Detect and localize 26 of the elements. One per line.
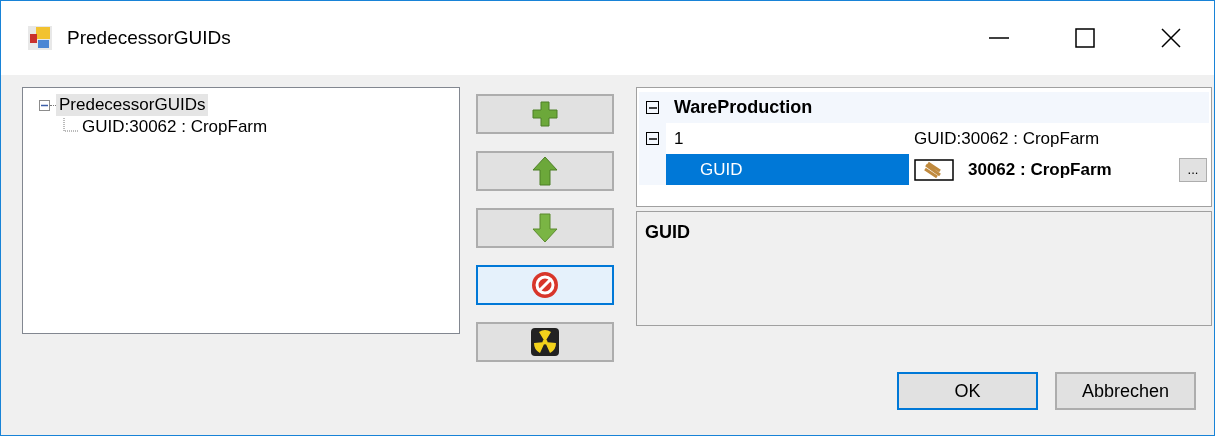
tree-node[interactable]: PredecessorGUIDs xyxy=(56,94,209,116)
property-name[interactable]: GUID xyxy=(666,154,909,185)
tool-button[interactable] xyxy=(476,322,614,362)
maximize-icon xyxy=(1075,28,1095,48)
collapse-icon[interactable] xyxy=(646,132,659,145)
description-title: GUID xyxy=(645,222,690,242)
property-value: 30062 : CropFarm xyxy=(968,159,1113,180)
cancel-button[interactable]: Abbrechen xyxy=(1055,372,1196,410)
tree-node[interactable]: GUID:30062 : CropFarm xyxy=(79,116,271,138)
arrow-up-icon xyxy=(532,156,558,186)
property-value: GUID:30062 : CropFarm xyxy=(914,128,1101,149)
close-icon xyxy=(1161,28,1181,48)
window-title: PredecessorGUIDs xyxy=(67,27,232,49)
plus-icon xyxy=(531,100,559,128)
arrow-down-icon xyxy=(532,213,558,243)
radiation-icon xyxy=(530,327,560,357)
collapse-icon[interactable] xyxy=(39,99,50,111)
minimize-icon xyxy=(989,37,1009,39)
ok-button[interactable]: OK xyxy=(897,372,1038,410)
prohibited-icon xyxy=(531,271,559,299)
tree-line xyxy=(50,104,56,106)
wheat-icon xyxy=(914,158,954,181)
category-label: WareProduction xyxy=(674,97,813,118)
browse-button[interactable]: ... xyxy=(1179,157,1207,182)
collapse-icon[interactable] xyxy=(646,101,659,114)
app-icon xyxy=(27,25,53,51)
